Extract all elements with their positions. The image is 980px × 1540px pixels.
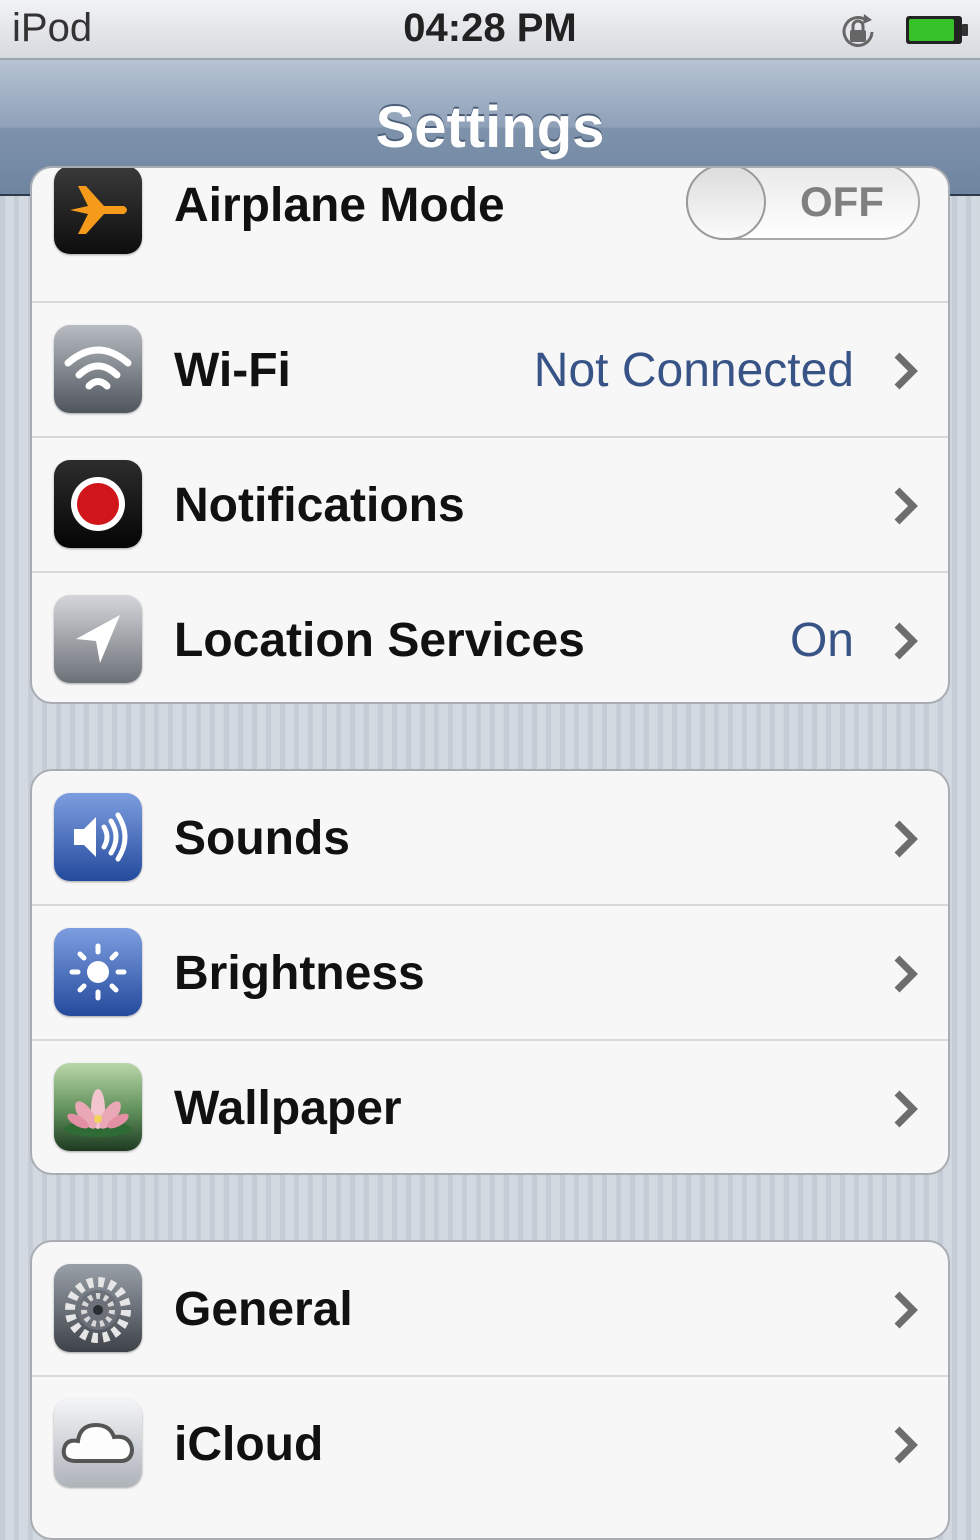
- settings-row-label: Wi-Fi: [174, 344, 291, 397]
- speaker-icon: [54, 793, 142, 881]
- chevron-right-icon: [894, 487, 918, 525]
- settings-group-display-sound: Sounds Brightness Wallpaper: [30, 769, 950, 1175]
- settings-row-value: On: [789, 614, 854, 667]
- settings-row-general[interactable]: General: [32, 1242, 948, 1377]
- settings-row-label: General: [174, 1283, 353, 1336]
- settings-row-icloud[interactable]: iCloud: [32, 1377, 948, 1512]
- chevron-right-icon: [894, 1291, 918, 1329]
- settings-row-label: Notifications: [174, 479, 465, 532]
- toggle-state-label: OFF: [800, 178, 884, 225]
- location-arrow-icon: [54, 595, 142, 683]
- settings-group-connectivity: Airplane Mode OFF Wi-Fi Not Connected No…: [30, 166, 950, 704]
- page-title: Settings: [375, 95, 605, 160]
- battery-icon: [906, 16, 968, 44]
- settings-row-label: iCloud: [174, 1418, 324, 1471]
- settings-row-wifi[interactable]: Wi-Fi Not Connected: [32, 303, 948, 438]
- toggle-knob: [686, 168, 766, 240]
- settings-row-label: Wallpaper: [174, 1082, 402, 1135]
- wifi-icon: [54, 325, 142, 413]
- status-bar: iPod 04:28 PM: [0, 0, 980, 60]
- cloud-icon: [54, 1399, 142, 1487]
- settings-row-brightness[interactable]: Brightness: [32, 906, 948, 1041]
- settings-row-wallpaper[interactable]: Wallpaper: [32, 1041, 948, 1173]
- chevron-right-icon: [894, 1090, 918, 1128]
- settings-row-label: Location Services: [174, 614, 585, 667]
- airplane-mode-toggle[interactable]: OFF: [686, 168, 920, 240]
- chevron-right-icon: [894, 622, 918, 660]
- status-time: 04:28 PM: [403, 6, 577, 50]
- chevron-right-icon: [894, 352, 918, 390]
- settings-row-sounds[interactable]: Sounds: [32, 771, 948, 906]
- sun-icon: [54, 928, 142, 1016]
- airplane-icon: [54, 168, 142, 254]
- gear-icon: [54, 1264, 142, 1352]
- settings-row-label: Brightness: [174, 947, 425, 1000]
- rotation-lock-icon: [842, 14, 874, 47]
- settings-row-value: Not Connected: [533, 344, 854, 397]
- flower-icon: [54, 1063, 142, 1151]
- chevron-right-icon: [894, 955, 918, 993]
- chevron-right-icon: [894, 1426, 918, 1464]
- settings-row-label: Airplane Mode: [174, 179, 505, 232]
- settings-row-notifications[interactable]: Notifications: [32, 438, 948, 573]
- settings-group-system: General iCloud: [30, 1240, 950, 1540]
- settings-row-location-services[interactable]: Location Services On: [32, 573, 948, 702]
- settings-row-label: Sounds: [174, 812, 350, 865]
- settings-row-airplane-mode[interactable]: Airplane Mode OFF: [32, 168, 948, 303]
- notifications-icon: [54, 460, 142, 548]
- chevron-right-icon: [894, 820, 918, 858]
